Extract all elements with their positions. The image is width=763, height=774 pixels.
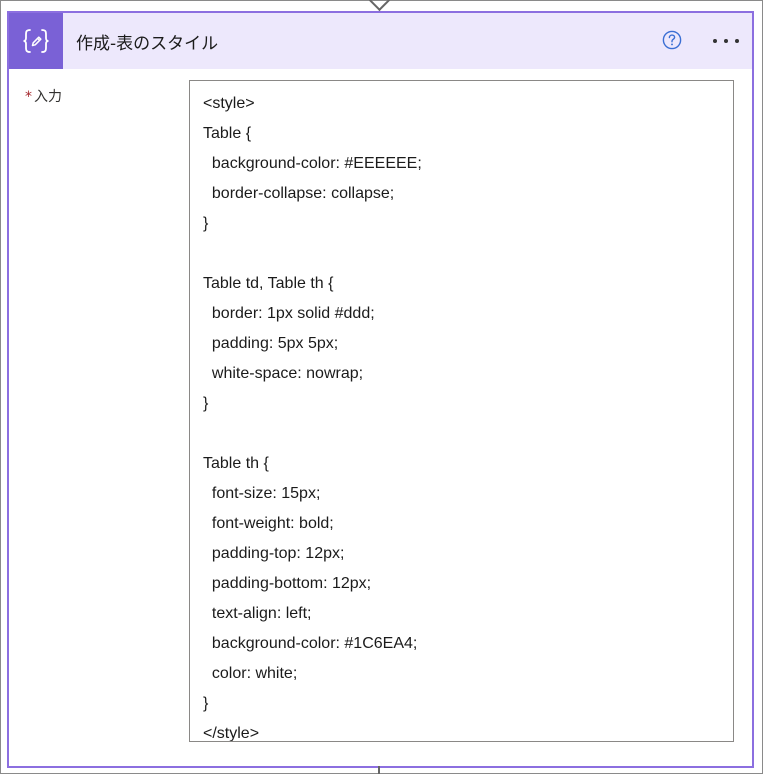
help-button[interactable] [662,30,682,50]
input-label: * 入力 [25,86,62,106]
input-line: background-color: #EEEEEE; [203,155,422,172]
input-line: white-space: nowrap; [203,365,364,382]
input-line: } [203,395,209,412]
input-field[interactable]: <style> Table { background-color: #EEEEE… [189,80,734,742]
connector-line [378,766,380,774]
input-line: Table th { [203,455,269,472]
input-line: border: 1px solid #ddd; [203,305,375,322]
input-line: Table { [203,125,252,142]
more-dots-icon [713,39,739,43]
input-line: } [203,215,209,232]
input-line: </style> [203,725,260,742]
input-line [203,239,721,269]
input-line: text-align: left; [203,605,312,622]
question-circle-icon [662,30,682,50]
input-line: font-size: 15px; [203,485,321,502]
input-line: padding-top: 12px; [203,545,345,562]
action-icon-container [9,13,63,69]
input-line: font-weight: bold; [203,515,334,532]
flow-canvas: 作成-表のスタイル * 入力 <style> Table {backgroun… [0,0,763,774]
action-title[interactable]: 作成-表のスタイル [76,29,218,54]
input-line: padding-bottom: 12px; [203,575,372,592]
more-options-button[interactable] [711,30,741,52]
compose-action-card: 作成-表のスタイル * 入力 <style> Table {backgroun… [7,11,754,768]
required-marker: * [25,89,32,105]
input-line: background-color: #1C6EA4; [203,635,418,652]
input-label-text: 入力 [34,89,62,105]
input-line: border-collapse: collapse; [203,185,395,202]
curly-braces-edit-icon [23,29,49,53]
input-line: } [203,695,209,712]
input-line: color: white; [203,665,298,682]
input-line [203,419,721,449]
input-line: Table td, Table th { [203,275,334,292]
input-line: <style> [203,95,255,112]
action-header[interactable]: 作成-表のスタイル [9,13,752,69]
input-line: padding: 5px 5px; [203,335,339,352]
